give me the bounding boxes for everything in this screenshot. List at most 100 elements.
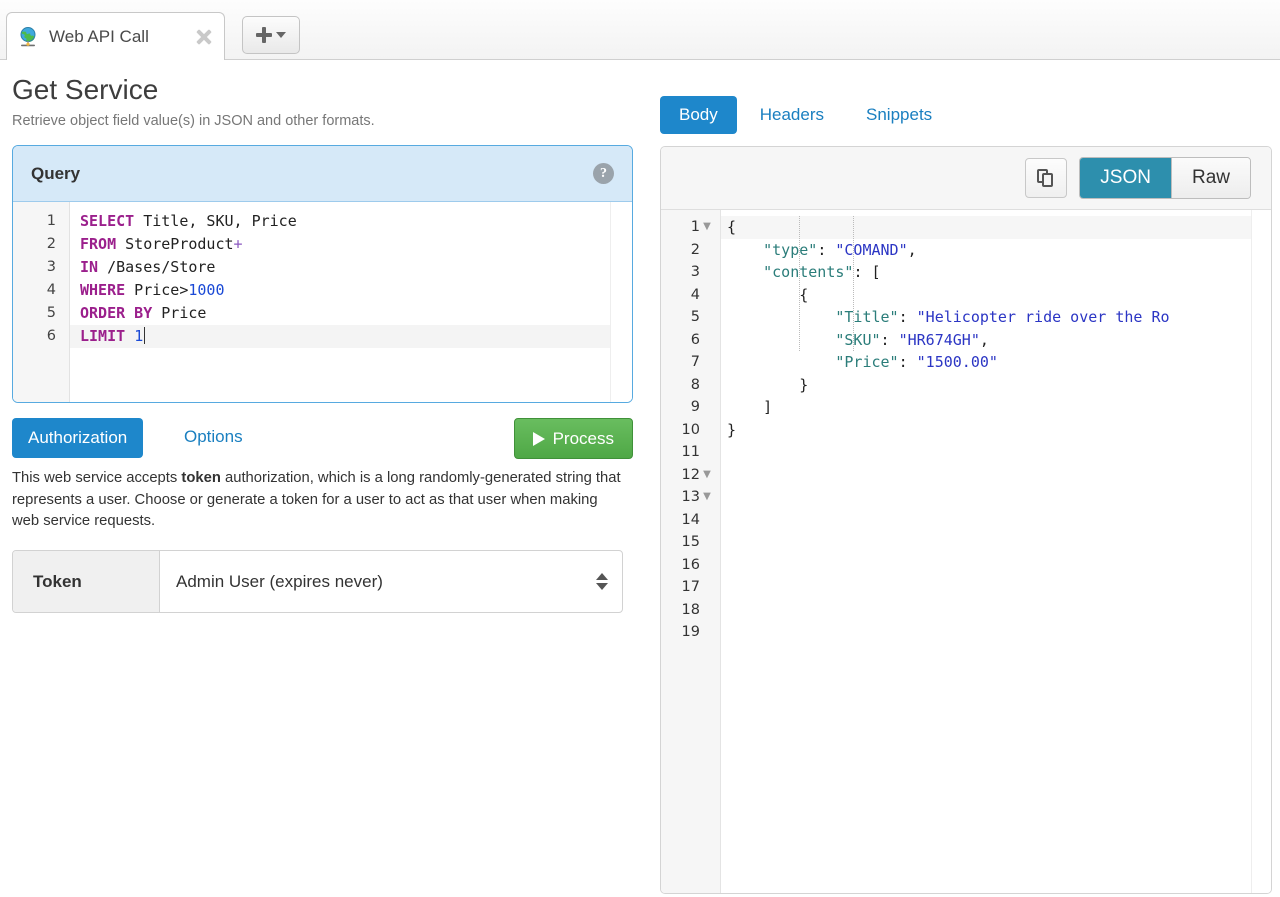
response-line-number: 15 (681, 534, 700, 550)
tab-headers[interactable]: Headers (741, 96, 843, 134)
copy-icon (1037, 168, 1055, 188)
response-body-viewer[interactable]: 1 ▼ 2 3 4 5 6 7 8 9 10 11 12 ▼ 13 ▼ 14 15 16 17 18 19 { "type… (661, 210, 1271, 893)
token-field-row: Token Admin User (expires never) (12, 550, 623, 613)
query-line-number: 4 (46, 282, 56, 298)
up-down-arrows-icon (596, 573, 608, 590)
response-line-number: 4 (690, 286, 700, 303)
response-line-number: 6 (690, 331, 700, 348)
response-code-line: "SKU": "HR674GH", (835, 330, 989, 349)
token-select[interactable]: Admin User (expires never) (160, 551, 622, 612)
query-code-line: FROM StoreProduct+ (80, 235, 243, 253)
query-editor[interactable]: 1 2 3 4 5 6 SELECT Title, SKU, Price FROM Stor… (13, 202, 632, 402)
query-code-area[interactable]: SELECT Title, SKU, Price FROM StoreProduc… (70, 202, 610, 402)
query-panel: Query ? 1 2 3 4 5 6 SELECT Title, SKU, Price F… (12, 145, 633, 403)
query-line-number: 3 (46, 259, 56, 275)
response-code-line: ] (727, 398, 773, 416)
response-line-number: 12 ▼ (661, 464, 720, 487)
process-button[interactable]: Process (513, 418, 633, 459)
response-panel: JSON Raw 1 ▼ 2 3 4 5 6 7 8 9 10 11 12 ▼ 13 ▼ 14 15 16 17 18 19… (660, 146, 1272, 894)
response-code-line (721, 621, 1251, 644)
query-line-number: 5 (46, 305, 56, 321)
format-toggle-raw[interactable]: Raw (1170, 158, 1250, 198)
response-line-number: 7 (690, 354, 700, 370)
close-icon[interactable] (194, 27, 214, 47)
process-button-label: Process (552, 428, 614, 448)
query-line-number: 1 (46, 213, 56, 229)
response-code-line: { (727, 285, 809, 304)
fold-toggle-icon[interactable]: ▼ (700, 486, 714, 509)
response-code-line (721, 509, 1251, 532)
query-scrollbar[interactable] (610, 202, 632, 402)
response-line-number: 8 (690, 376, 700, 393)
page-subtitle: Retrieve object field value(s) in JSON a… (12, 113, 375, 129)
response-code-line (721, 554, 1251, 577)
response-line-number: 14 (681, 511, 700, 528)
response-line-number: 11 (681, 444, 700, 460)
response-line-number: 10 (681, 421, 700, 438)
fold-toggle-icon[interactable]: ▼ (700, 464, 714, 487)
page-title: Get Service (12, 74, 159, 105)
query-line-number: 6 (46, 328, 56, 344)
token-label: Token (13, 551, 160, 612)
request-pane: Get Service Retrieve object field value(… (0, 60, 652, 897)
token-selected-value: Admin User (expires never) (176, 571, 383, 591)
response-line-number: 1 ▼ (661, 216, 720, 239)
response-code-line: { (721, 216, 1251, 239)
new-tab-button[interactable] (242, 16, 300, 54)
query-label: Query (31, 163, 81, 183)
browser-tab-bar: Web API Call (0, 0, 1280, 60)
plus-icon (256, 27, 272, 43)
tab-title: Web API Call (49, 26, 149, 46)
response-toolbar: JSON Raw (661, 147, 1271, 210)
response-line-number: 16 (681, 556, 700, 573)
response-line-number: 3 (690, 264, 700, 280)
action-button-row: Authorization Options Process (12, 418, 633, 459)
response-line-number: 18 (681, 601, 700, 618)
format-toggle-json[interactable]: JSON (1080, 158, 1171, 198)
tab-body[interactable]: Body (660, 96, 737, 134)
authorization-button[interactable]: Authorization (12, 418, 144, 458)
query-code-line: LIMIT 1 (70, 325, 610, 348)
query-line-numbers: 1 2 3 4 5 6 (13, 202, 70, 402)
response-code-line (721, 576, 1251, 599)
response-tabs: Body Headers Snippets (660, 96, 951, 134)
response-line-number: 5 (690, 309, 700, 325)
help-icon[interactable]: ? (593, 163, 614, 184)
response-code-line: "contents": [ (763, 263, 881, 281)
response-line-number: 19 (681, 624, 700, 640)
response-code-area[interactable]: { "type": "COMAND", "contents": [ { "Tit… (721, 210, 1251, 893)
query-code-line: ORDER BY Price (80, 304, 207, 322)
response-code-line: } (727, 375, 809, 394)
response-code-line: "type": "COMAND", (763, 240, 917, 259)
response-scrollbar[interactable] (1251, 210, 1271, 893)
fold-toggle-icon[interactable]: ▼ (700, 216, 714, 239)
response-code-line (721, 599, 1251, 622)
desc-part1: This web service accepts (12, 470, 182, 486)
response-code-line: } (727, 420, 737, 439)
format-toggle-group: JSON Raw (1079, 157, 1251, 199)
response-pane: Body Headers Snippets JSON Raw 1 ▼ 2 3 4 5 6 7 8 9 10… (652, 60, 1280, 897)
response-line-number: 13 ▼ (661, 486, 720, 509)
response-code-line (721, 441, 1251, 464)
response-code-line: "Title": "Helicopter ride over the Ro (835, 308, 1170, 326)
response-line-numbers[interactable]: 1 ▼ 2 3 4 5 6 7 8 9 10 11 12 ▼ 13 ▼ 14 15 16 17 18 19 (661, 210, 721, 893)
chevron-down-icon (276, 32, 286, 38)
query-code-line: WHERE Price>1000 (80, 281, 225, 299)
response-line-number: 9 (690, 399, 700, 415)
response-line-number: 2 (690, 241, 700, 258)
response-code-line: "Price": "1500.00" (835, 353, 998, 371)
query-panel-header: Query ? (13, 146, 632, 202)
authorization-description: This web service accepts token authoriza… (12, 468, 624, 533)
response-code-line (721, 531, 1251, 554)
query-line-number: 2 (46, 236, 56, 252)
copy-button[interactable] (1025, 158, 1068, 198)
options-link[interactable]: Options (184, 427, 243, 447)
tab-snippets[interactable]: Snippets (847, 96, 951, 134)
tab-web-api-call[interactable]: Web API Call (6, 12, 225, 60)
query-code-line: SELECT Title, SKU, Price (80, 212, 297, 230)
play-icon (532, 431, 545, 446)
response-code-line (721, 464, 1251, 487)
text-cursor (144, 327, 146, 344)
globe-icon (17, 26, 39, 48)
desc-bold-token: token (181, 470, 221, 486)
